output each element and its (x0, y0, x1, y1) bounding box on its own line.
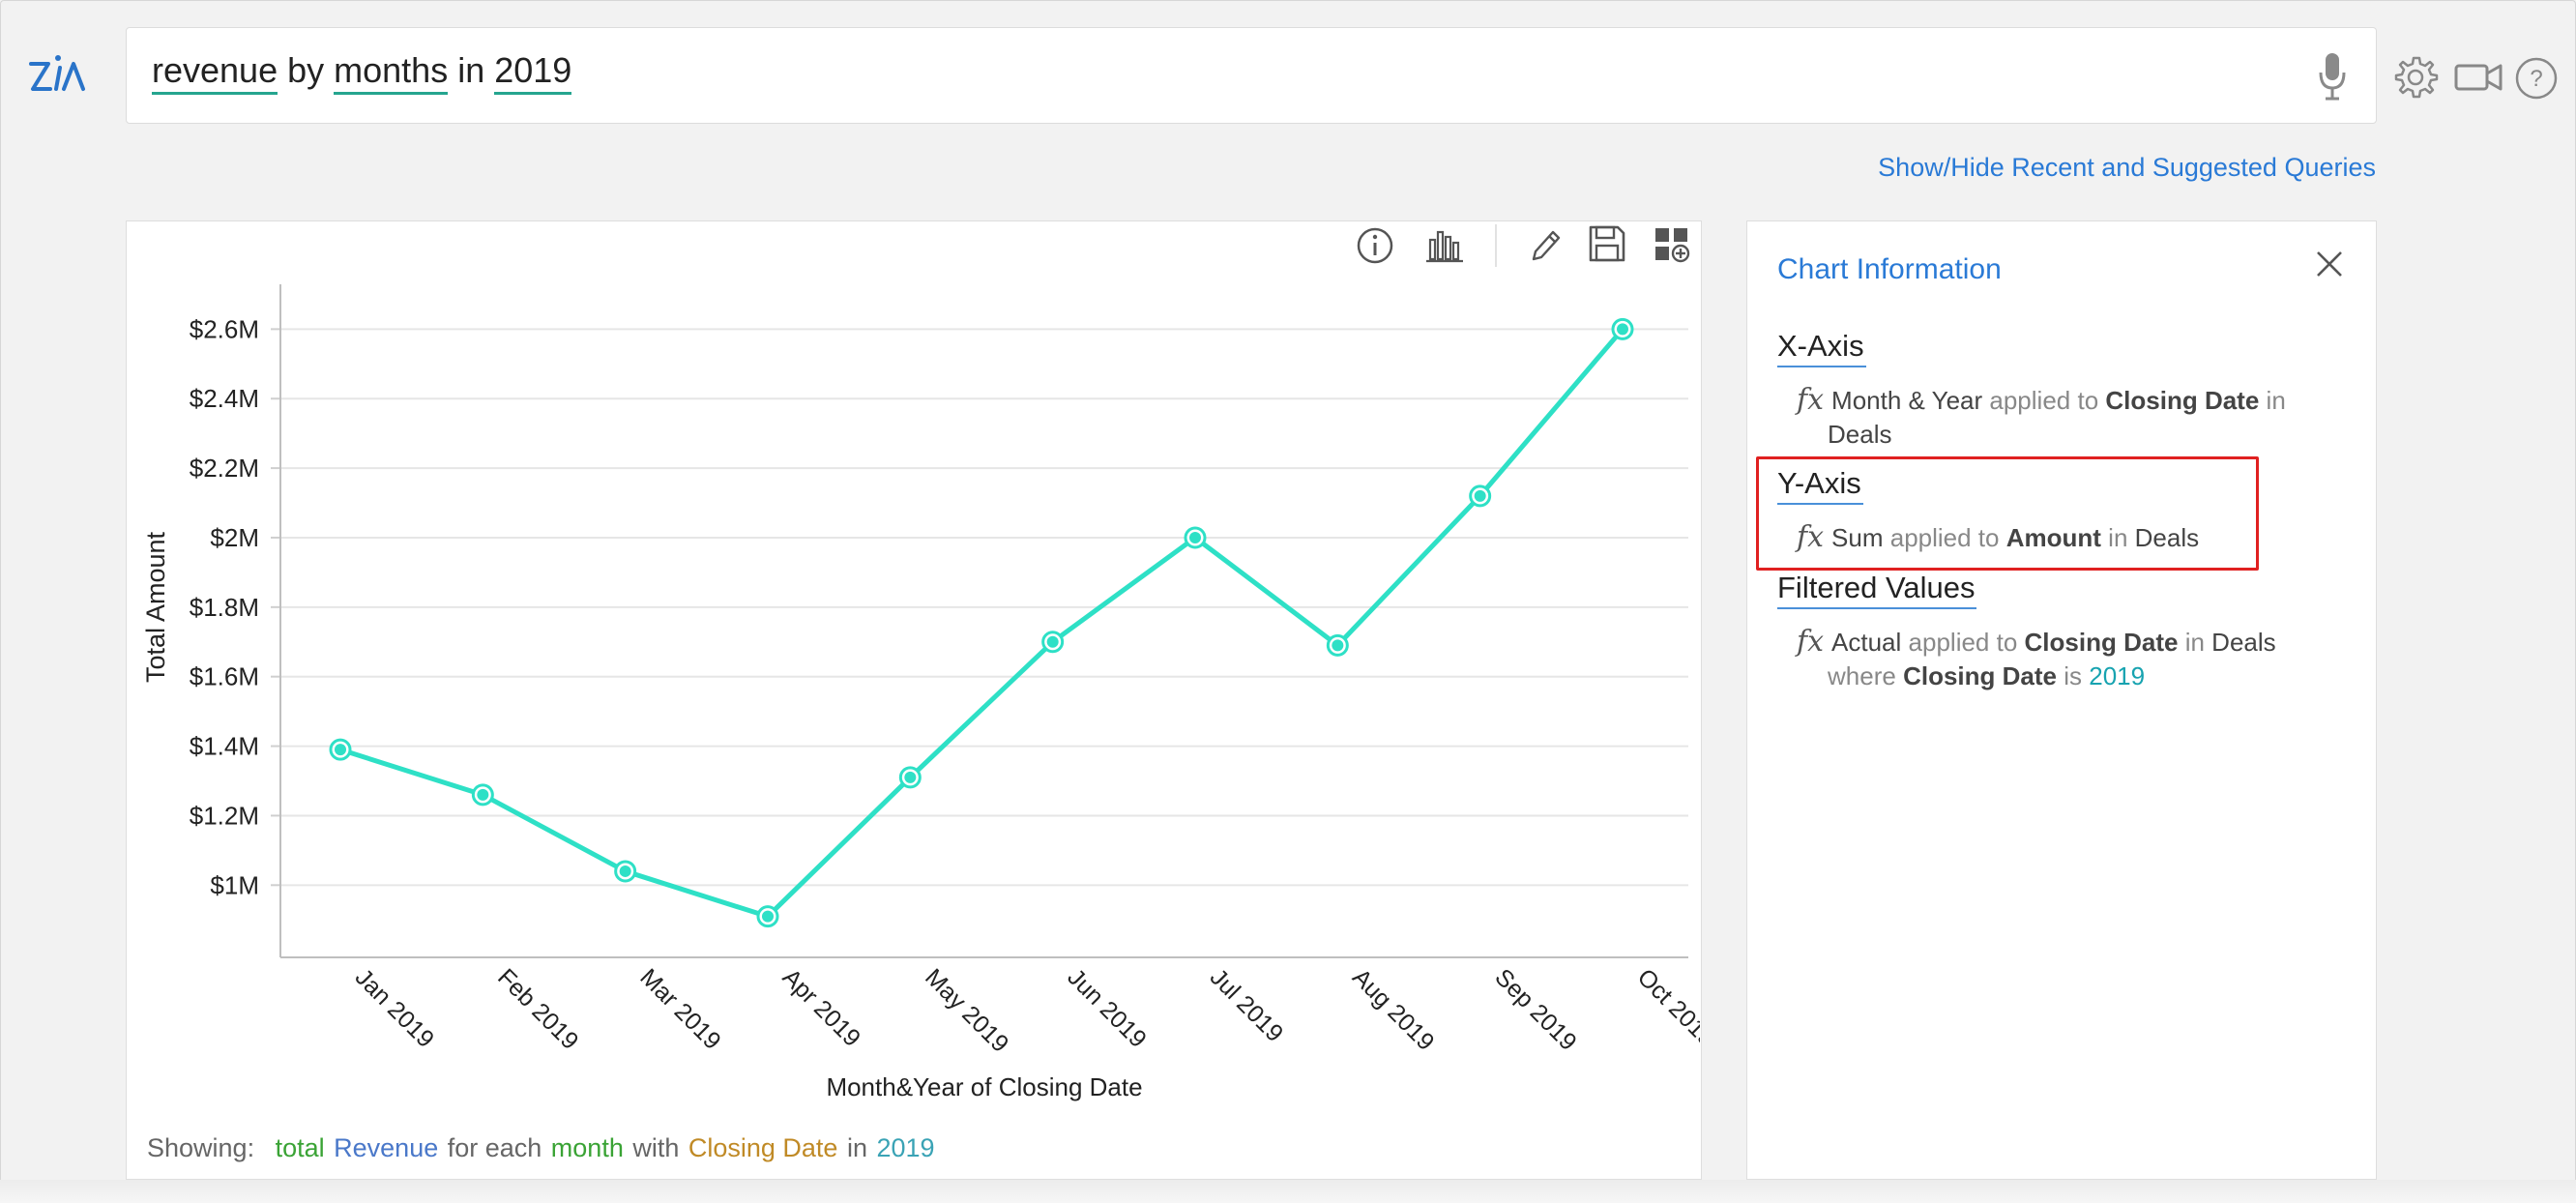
showing-label: Showing: (147, 1133, 255, 1162)
data-point-dot (1332, 639, 1344, 652)
filter-value: 2019 (2089, 661, 2146, 690)
showing-part: with (632, 1133, 687, 1162)
applied-to-text: applied to (1889, 523, 2000, 552)
showing-part: month (550, 1133, 631, 1162)
gear-icon[interactable] (2392, 54, 2439, 101)
y-tick-label: $1.8M (190, 593, 259, 622)
applied-to-text: applied to (1989, 386, 2099, 415)
data-point-dot (335, 744, 346, 756)
data-point-dot (1046, 635, 1059, 648)
x-axis-label: Month&Year of Closing Date (826, 1072, 1142, 1101)
bottom-shadow (0, 1180, 2576, 1203)
x-axis-column: Closing Date (2105, 386, 2260, 415)
data-point-dot (762, 910, 774, 923)
where-column: Closing Date (1903, 661, 2057, 690)
y-tick-label: $2M (210, 523, 259, 552)
svg-text:?: ? (2530, 66, 2542, 92)
y-tick-label: $2.2M (190, 454, 259, 483)
zia-logo-icon[interactable] (27, 50, 89, 99)
search-bar[interactable]: revenue by months in 2019 (126, 27, 2377, 124)
y-tick-label: $2.4M (190, 384, 259, 413)
filtered-values-heading: Filtered Values (1777, 569, 1977, 609)
microphone-icon[interactable] (2318, 51, 2347, 102)
y-tick-label: $1.6M (190, 662, 259, 691)
series-line (329, 317, 1634, 928)
y-tick-label: $1M (210, 870, 259, 899)
query-token[interactable]: 2019 (494, 49, 572, 95)
query-token[interactable]: revenue (152, 49, 278, 95)
show-hide-queries-link[interactable]: Show/Hide Recent and Suggested Queries (1878, 153, 2376, 183)
fx-icon: fx (1797, 625, 1825, 659)
y-axis-column: Amount (2005, 523, 2101, 552)
help-icon[interactable]: ? (2514, 56, 2559, 101)
x-axis-table: Deals (1828, 420, 1891, 450)
showing-summary: Showing: total Revenue for each month wi… (147, 1133, 939, 1163)
x-tick-label: Jan 2019 (350, 963, 440, 1053)
axes (279, 284, 1688, 958)
video-icon[interactable] (2454, 60, 2503, 95)
y-axis-label: Total Amount (141, 531, 170, 683)
x-tick-label: Jun 2019 (1062, 963, 1152, 1053)
x-tick-label: Aug 2019 (1347, 963, 1439, 1055)
filtered-detail: fx Actual applied to Closing Date in Deal… (1797, 625, 2276, 659)
filtered-column: Closing Date (2024, 628, 2179, 657)
fx-icon: fx (1797, 383, 1825, 417)
x-tick-label: May 2019 (920, 963, 1013, 1057)
query-text: in (448, 50, 495, 90)
in-text: in (2266, 386, 2286, 415)
data-point-dot (1617, 323, 1628, 336)
query-token[interactable]: months (334, 49, 449, 95)
close-icon[interactable] (2315, 249, 2344, 279)
where-text: where (1828, 661, 1896, 690)
y-axis-field: Sum (1831, 523, 1884, 552)
query-text: by (278, 50, 335, 90)
x-axis-field: Month & Year (1831, 386, 1983, 415)
y-tick-label: $2.6M (190, 314, 259, 343)
data-point-dot (619, 865, 631, 877)
x-axis-detail: fx Month & Year applied to Closing Date i… (1797, 383, 2286, 417)
x-axis-ticks: Jan 2019 Feb 2019 Mar 2019 Apr 2019 May 2019… (350, 963, 1700, 1057)
in-text: in (2108, 523, 2128, 552)
data-point-dot (1474, 489, 1486, 502)
y-axis-detail: fx Sum applied to Amount in Deals (1797, 520, 2199, 554)
y-axis-heading: Y-Axis (1777, 464, 1863, 505)
filtered-table-name: Deals (2211, 628, 2276, 657)
filtered-field: Actual (1831, 628, 1902, 657)
y-axis-table-name: Deals (2134, 523, 2200, 552)
chart-info-title: Chart Information (1777, 253, 2002, 285)
filtered-condition: where Closing Date is 2019 (1828, 661, 2145, 691)
data-point-dot (477, 788, 489, 801)
x-axis-heading: X-Axis (1777, 327, 1866, 367)
data-point-dot (1189, 531, 1201, 543)
x-tick-label: Oct 2019 (1632, 963, 1700, 1052)
x-tick-label: Sep 2019 (1489, 963, 1581, 1055)
y-tick-label: $1.2M (190, 801, 259, 830)
applied-to-text: applied to (1908, 628, 2018, 657)
x-tick-label: Jul 2019 (1205, 963, 1289, 1047)
showing-part: Revenue (334, 1133, 446, 1162)
line-chart: $1M $1.2M $1.4M $1.6M $1.8M $2M $2.2M $2.4M $2.6… (141, 284, 1700, 1101)
data-point-dot (904, 771, 917, 783)
fx-icon: fx (1797, 520, 1825, 554)
x-tick-label: Feb 2019 (492, 963, 583, 1054)
showing-part: Closing Date (688, 1133, 845, 1162)
in-text: in (2184, 628, 2205, 657)
x-tick-label: Mar 2019 (634, 963, 725, 1054)
is-text: is (2064, 661, 2082, 690)
series-line-path (339, 327, 1625, 920)
showing-part: for each (447, 1133, 549, 1162)
x-axis-table-name: Deals (1828, 420, 1892, 449)
y-axis-ticks: $1M $1.2M $1.4M $1.6M $1.8M $2M $2.2M $2.4M $2.6… (190, 314, 280, 899)
showing-part: 2019 (876, 1133, 935, 1162)
search-query[interactable]: revenue by months in 2019 (152, 49, 572, 95)
showing-part: in (846, 1133, 875, 1162)
showing-parts: total Revenue for each month with Closin… (276, 1133, 937, 1162)
y-tick-label: $1.4M (190, 732, 259, 761)
x-tick-label: Apr 2019 (777, 963, 866, 1052)
showing-part: total (275, 1133, 333, 1162)
